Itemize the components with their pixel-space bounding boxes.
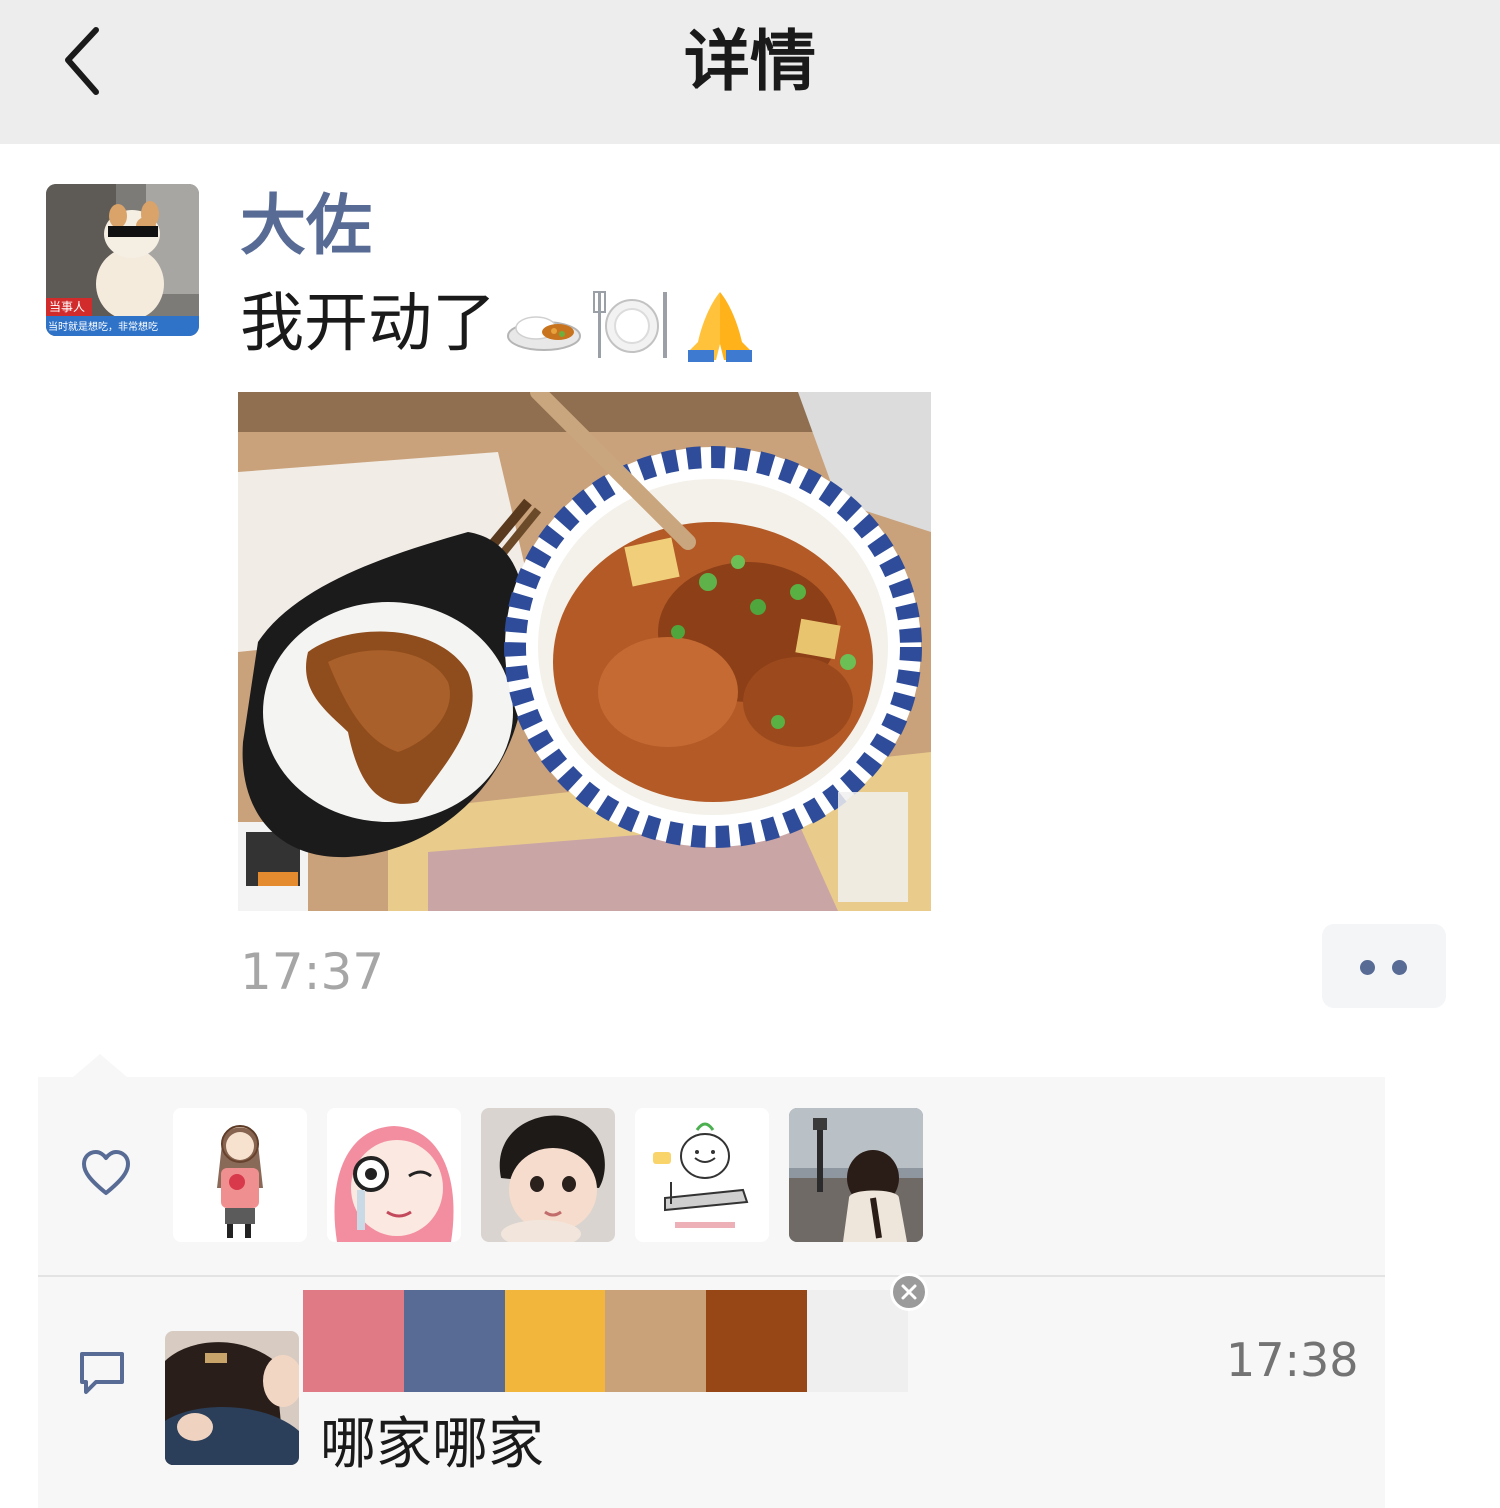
palette-swatch	[504, 1290, 606, 1392]
like-avatar[interactable]	[327, 1108, 461, 1242]
folded-hands-emoji	[688, 292, 752, 362]
like-avatar[interactable]	[173, 1108, 307, 1242]
post-text: 我开动了	[240, 287, 496, 361]
close-icon	[901, 1284, 917, 1300]
panel-divider	[38, 1275, 1385, 1277]
more-actions-button[interactable]	[1322, 924, 1446, 1008]
palette-swatch	[403, 1290, 505, 1392]
like-avatar[interactable]	[635, 1108, 769, 1242]
page-title: 详情	[684, 23, 816, 100]
palette-swatch	[706, 1290, 808, 1392]
palette-swatch	[303, 1290, 404, 1392]
fork-knife-plate-emoji	[593, 291, 667, 358]
palette-swatch	[605, 1290, 707, 1392]
poster-avatar[interactable]: 当事人 当时就是想吃，非常想吃	[46, 184, 199, 336]
palette-close-button[interactable]	[890, 1273, 928, 1311]
more-dot-icon	[1392, 960, 1407, 975]
more-dot-icon	[1360, 960, 1375, 975]
color-palette-image	[303, 1290, 908, 1392]
curry-rice-emoji	[507, 316, 581, 351]
panel-pointer	[72, 1054, 128, 1078]
comment-bubble-icon	[80, 1352, 124, 1394]
post-photo[interactable]	[238, 392, 931, 911]
post-text-row: 我开动了	[240, 282, 760, 366]
avatar-caption-line: 当时就是想吃，非常想吃	[48, 320, 158, 333]
commenter-avatar[interactable]	[165, 1331, 299, 1465]
avatar-caption-tag: 当事人	[49, 300, 85, 314]
comment-text[interactable]: 哪家哪家	[320, 1410, 544, 1480]
comment-timestamp: 17:38	[1226, 1333, 1359, 1387]
heart-icon	[82, 1150, 130, 1195]
poster-name[interactable]: 大佐	[240, 186, 372, 266]
like-avatar[interactable]	[789, 1108, 923, 1242]
like-avatar[interactable]	[481, 1108, 615, 1242]
post-timestamp: 17:37	[240, 943, 385, 1001]
